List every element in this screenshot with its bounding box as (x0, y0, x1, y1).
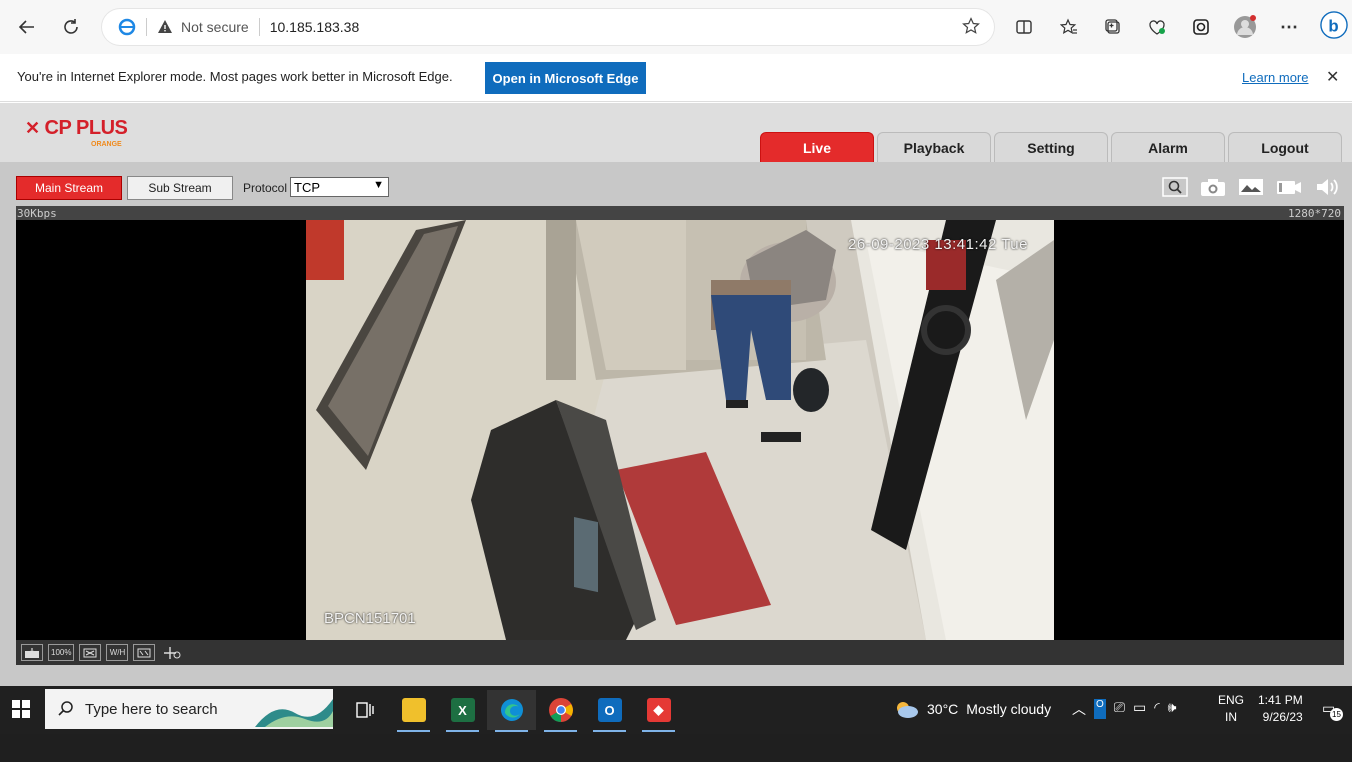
clock-date: 9/26/23 (1262, 710, 1303, 724)
main-stream-button[interactable]: Main Stream (16, 176, 122, 200)
chrome-icon[interactable] (536, 690, 585, 732)
main-tabs: Live Playback Setting Alarm Logout (760, 132, 1342, 162)
logo-subtext: ORANGE (91, 141, 122, 148)
notification-count: 15 (1330, 708, 1343, 721)
security-label[interactable]: Not secure (181, 19, 249, 35)
exit-fullscreen-icon[interactable] (21, 644, 43, 661)
weather-text: Mostly cloudy (966, 701, 1052, 717)
learn-more-link[interactable]: Learn more (1242, 70, 1308, 85)
stream-controls: Main Stream Sub Stream Protocol TCP ▼ (0, 162, 1352, 206)
tab-logout[interactable]: Logout (1228, 132, 1342, 162)
zoom-100-button[interactable]: 100% (48, 644, 75, 661)
sub-stream-button[interactable]: Sub Stream (127, 176, 233, 200)
language-indicator[interactable]: ENG IN (1218, 692, 1244, 726)
lang-top: ENG (1218, 693, 1245, 707)
cloud-icon (897, 702, 918, 718)
outlook-icon[interactable]: O (585, 690, 634, 732)
tab-playback[interactable]: Playback (877, 132, 991, 162)
logo-text: CP PLUS (44, 117, 128, 139)
aspect-ratio-button[interactable]: W/H (106, 644, 129, 661)
edge-icon[interactable] (487, 690, 536, 732)
wifi-icon[interactable]: ◜ (1154, 699, 1159, 719)
digital-zoom-icon[interactable] (160, 644, 184, 661)
logo-mark-icon: ✕ (25, 118, 41, 138)
windows-start-icon[interactable] (12, 700, 30, 718)
task-view-icon[interactable] (340, 690, 389, 730)
close-icon[interactable]: ✕ (1326, 67, 1339, 87)
protocol-label: Protocol (243, 181, 288, 195)
anydesk-icon[interactable]: ◆ (634, 690, 683, 732)
back-icon[interactable] (13, 13, 41, 41)
camera-name: BPCN151701 (324, 610, 416, 627)
ie-mode-message: You're in Internet Explorer mode. Most p… (17, 69, 453, 84)
tab-alarm[interactable]: Alarm (1111, 132, 1225, 162)
favorite-star-icon[interactable] (962, 17, 980, 35)
browser-toolbar: Not secure 10.185.183.38 ⋯ b (0, 0, 1352, 54)
outlook-tray-icon[interactable]: O (1094, 699, 1106, 719)
weather-temp: 30°C (927, 701, 959, 717)
image-icon[interactable] (1236, 176, 1266, 198)
chevron-down-icon: ▼ (373, 179, 384, 191)
clock-time: 1:41 PM (1258, 693, 1303, 707)
taskbar-search-box[interactable]: Type here to search (45, 689, 333, 729)
system-clock[interactable]: 1:41 PM 9/26/23 (1258, 692, 1303, 726)
bing-icon[interactable]: b (1320, 11, 1348, 39)
camera-scene (306, 220, 1054, 640)
search-icon (58, 701, 73, 716)
address-bar[interactable]: Not secure 10.185.183.38 (102, 9, 994, 45)
lang-bottom: IN (1225, 710, 1237, 724)
meet-now-icon[interactable]: ⎚ (1114, 699, 1125, 719)
warning-icon (158, 20, 172, 33)
search-highlight-icon (255, 699, 333, 727)
pinned-apps: X O ◆ (340, 690, 683, 732)
resolution-readout: 1280*720 (1288, 207, 1341, 220)
original-ratio-icon[interactable] (133, 644, 156, 661)
file-explorer-icon[interactable] (389, 690, 438, 732)
ie-mode-icon[interactable] (1187, 13, 1215, 41)
volume-icon[interactable] (1312, 176, 1342, 198)
more-menu-icon[interactable]: ⋯ (1275, 13, 1303, 41)
split-screen-icon[interactable] (1010, 13, 1038, 41)
refresh-icon[interactable] (57, 13, 85, 41)
open-in-edge-button[interactable]: Open in Microsoft Edge (485, 62, 646, 94)
fit-screen-icon[interactable] (79, 644, 102, 661)
bitrate-readout: 30Kbps (17, 207, 57, 220)
ie-icon (118, 18, 136, 36)
camera-feed[interactable]: 26-09-2023 13:41:42 Tue BPCN151701 (306, 220, 1054, 640)
protocol-select[interactable]: TCP ▼ (290, 177, 389, 197)
windows-taskbar: Type here to search X O ◆ 30°C Mostly cl… (0, 686, 1352, 762)
excel-icon[interactable]: X (438, 690, 487, 732)
weather-widget[interactable]: 30°C Mostly cloudy (893, 699, 1051, 719)
protocol-value: TCP (294, 179, 320, 195)
search-icon[interactable] (1160, 176, 1190, 198)
stream-stats-bar: 30Kbps 1280*720 (16, 206, 1344, 220)
svg-text:b: b (1328, 17, 1338, 36)
address-separator (258, 18, 260, 36)
notification-icon[interactable]: ▭ 15 (1322, 700, 1343, 721)
profile-avatar[interactable] (1231, 13, 1259, 41)
nvr-web-app: ✕ CP PLUS ORANGE Live Playback Setting A… (0, 103, 1352, 686)
taskbar-strip: Type here to search X O ◆ 30°C Mostly cl… (0, 686, 1352, 734)
live-toolbar-icons (1160, 176, 1342, 198)
performance-icon[interactable] (1143, 13, 1171, 41)
volume-icon[interactable]: 🕪 (1168, 699, 1177, 719)
record-icon[interactable] (1274, 176, 1304, 198)
camera-icon[interactable] (1198, 176, 1228, 198)
video-bottom-toolbar: 100% W/H (16, 640, 1344, 665)
url-text[interactable]: 10.185.183.38 (270, 19, 360, 35)
video-timestamp: 26-09-2023 13:41:42 Tue (848, 236, 1028, 253)
collections-icon[interactable] (1099, 13, 1127, 41)
battery-icon[interactable]: ▭ (1133, 699, 1146, 719)
tab-live[interactable]: Live (760, 132, 874, 162)
favorites-icon[interactable] (1055, 13, 1083, 41)
app-header: ✕ CP PLUS ORANGE Live Playback Setting A… (0, 103, 1352, 162)
address-separator (146, 18, 147, 36)
cp-plus-logo: ✕ CP PLUS ORANGE (25, 117, 128, 148)
video-panel: 30Kbps 1280*720 26-09-2023 13:41:42 Tue … (16, 206, 1344, 665)
ie-mode-banner: You're in Internet Explorer mode. Most p… (0, 54, 1352, 102)
tab-setting[interactable]: Setting (994, 132, 1108, 162)
system-tray: ︿ O ⎚ ▭ ◜ 🕪 (1072, 699, 1176, 719)
search-placeholder: Type here to search (85, 700, 218, 718)
chevron-up-icon[interactable]: ︿ (1072, 699, 1086, 719)
